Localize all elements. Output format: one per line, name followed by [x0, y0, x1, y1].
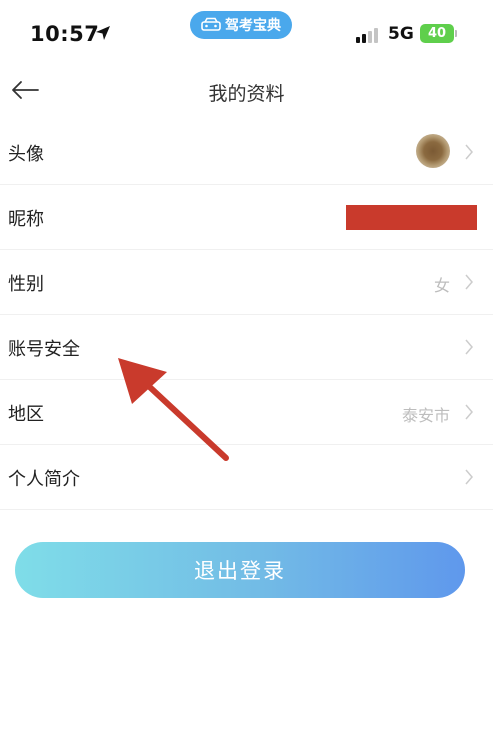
chevron-right-icon: [465, 144, 473, 160]
network-type: 5G: [388, 24, 414, 44]
row-region[interactable]: 地区 泰安市: [0, 380, 493, 445]
app-badge-label: 驾考宝典: [225, 18, 281, 34]
battery-level: 40: [427, 26, 447, 41]
row-label: 头像: [8, 144, 44, 165]
row-label: 地区: [8, 404, 44, 425]
profile-list: 头像 昵称 性别 女 账号安全 地区 泰安市 个人简介: [0, 120, 493, 510]
row-label: 昵称: [8, 209, 44, 230]
signal-icon: [356, 28, 378, 43]
nickname-redaction: [346, 205, 477, 230]
row-avatar[interactable]: 头像: [0, 120, 493, 185]
row-value: 女: [433, 276, 450, 295]
row-bio[interactable]: 个人简介: [0, 445, 493, 510]
status-bar: 10:57 驾考宝典 5G 40: [0, 0, 493, 64]
location-arrow-icon: [96, 26, 110, 40]
chevron-right-icon: [465, 469, 473, 485]
page-title: 我的资料: [208, 83, 285, 105]
row-label: 账号安全: [8, 339, 80, 360]
row-value: 泰安市: [401, 406, 450, 425]
row-account-security[interactable]: 账号安全: [0, 315, 493, 380]
car-icon: [201, 17, 221, 31]
row-label: 个人简介: [8, 469, 80, 490]
chevron-right-icon: [465, 404, 473, 420]
status-time: 10:57: [30, 22, 100, 46]
chevron-right-icon: [465, 274, 473, 290]
avatar: [416, 134, 450, 168]
chevron-right-icon: [465, 339, 473, 355]
app-badge[interactable]: 驾考宝典: [190, 11, 292, 39]
logout-button[interactable]: 退出登录: [15, 542, 465, 598]
row-gender[interactable]: 性别 女: [0, 250, 493, 315]
row-label: 性别: [8, 274, 44, 295]
nav-bar: 我的资料: [0, 64, 493, 120]
battery-icon: 40: [420, 24, 457, 43]
